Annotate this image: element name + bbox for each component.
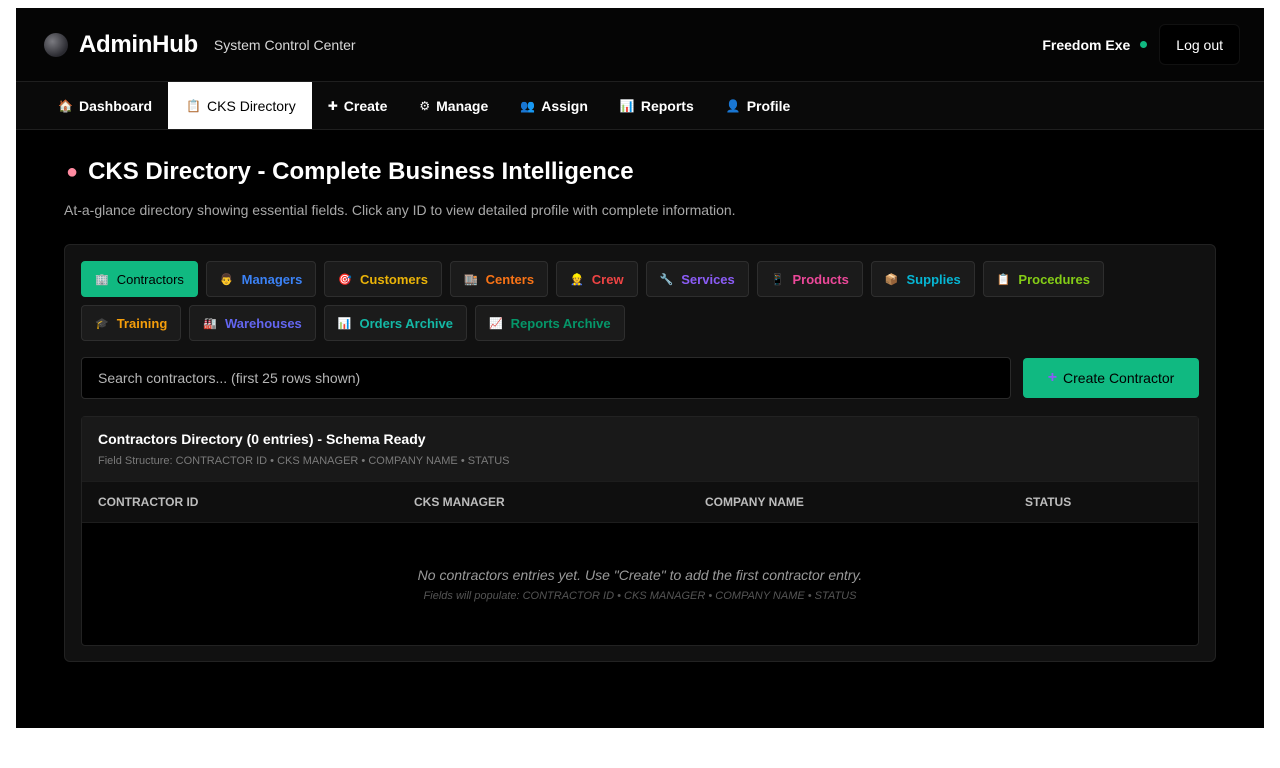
tab-label: Products xyxy=(792,271,849,287)
tab-label: Procedures xyxy=(1018,271,1090,287)
chart-icon: 📊 xyxy=(619,98,635,113)
tab-services[interactable]: 🔧 Services xyxy=(645,261,749,297)
search-row: + Create Contractor xyxy=(81,357,1199,399)
nav-item-dashboard[interactable]: 🏠 Dashboard xyxy=(42,82,168,129)
logout-button[interactable]: Log out xyxy=(1159,24,1240,65)
tab-orders-archive[interactable]: 📊 Orders Archive xyxy=(323,305,467,341)
tab-icon: 👷 xyxy=(570,273,584,286)
empty-state: No contractors entries yet. Use "Create"… xyxy=(82,523,1198,645)
tab-label: Reports Archive xyxy=(510,315,611,331)
nav-item-label: CKS Directory xyxy=(207,97,296,114)
table-column-headers: CONTRACTOR ID CKS MANAGER COMPANY NAME S… xyxy=(82,481,1198,523)
plus-icon: + xyxy=(1047,369,1058,386)
nav-item-label: Dashboard xyxy=(78,97,153,114)
brand-title: AdminHub xyxy=(79,30,198,58)
tab-contractors[interactable]: 🏢 Contractors xyxy=(81,261,198,297)
tab-icon: 🏢 xyxy=(95,273,109,286)
directory-panel: 🏢 Contractors 👨 Managers 🎯 Customers 🏬 Centers 👷… xyxy=(64,244,1216,662)
column-header[interactable]: CONTRACTOR ID xyxy=(98,495,414,509)
directory-table: Contractors Directory (0 entries) - Sche… xyxy=(81,416,1199,646)
tab-label: Training xyxy=(116,315,168,331)
tab-customers[interactable]: 🎯 Customers xyxy=(324,261,442,297)
plus-icon: ✚ xyxy=(327,98,338,113)
empty-state-hint: Fields will populate: CONTRACTOR ID • CK… xyxy=(423,589,857,602)
tab-label: Customers xyxy=(360,271,428,287)
tab-icon: 🏭 xyxy=(203,317,217,330)
clipboard-icon: 📋 xyxy=(186,98,202,113)
logo-icon xyxy=(44,32,68,57)
tab-icon: 📦 xyxy=(884,273,899,286)
tab-supplies[interactable]: 📦 Supplies xyxy=(870,261,975,297)
tab-reports-archive[interactable]: 📈 Reports Archive xyxy=(474,305,625,341)
gear-icon: ⚙ xyxy=(419,98,431,113)
nav-item-reports[interactable]: 📊 Reports xyxy=(604,82,710,129)
empty-state-message: No contractors entries yet. Use "Create"… xyxy=(417,566,863,583)
app-window: AdminHub System Control Center Freedom E… xyxy=(16,8,1264,728)
page-title-text: CKS Directory - Complete Business Intell… xyxy=(88,158,634,185)
user-name: Freedom Exe xyxy=(1042,36,1131,53)
tab-crew[interactable]: 👷 Crew xyxy=(556,261,638,297)
nav-item-create[interactable]: ✚ Create xyxy=(312,82,404,129)
tab-icon: 📱 xyxy=(770,273,785,286)
tab-procedures[interactable]: 📋 Procedures xyxy=(982,261,1104,297)
tab-label: Crew xyxy=(591,271,624,287)
top-header: AdminHub System Control Center Freedom E… xyxy=(16,8,1264,82)
tab-icon: 👨 xyxy=(219,273,234,286)
main-content: ● CKS Directory - Complete Business Inte… xyxy=(16,130,1264,662)
tab-managers[interactable]: 👨 Managers xyxy=(205,261,317,297)
tab-icon: 🎓 xyxy=(95,317,109,330)
create-contractor-button[interactable]: + Create Contractor xyxy=(1023,358,1199,398)
tab-icon: 📈 xyxy=(488,317,503,330)
tab-training[interactable]: 🎓 Training xyxy=(81,305,182,341)
column-header[interactable]: CKS MANAGER xyxy=(414,495,705,509)
nav-item-assign[interactable]: 👥 Assign xyxy=(504,82,604,129)
tab-label: Centers xyxy=(485,271,535,287)
house-icon: 🏠 xyxy=(58,98,73,113)
table-title: Contractors Directory (0 entries) - Sche… xyxy=(98,431,426,447)
nav-item-label: Create xyxy=(343,97,388,114)
main-nav: 🏠 Dashboard 📋 CKS Directory ✚ Create ⚙ Manage 👥 A… xyxy=(16,82,1264,130)
user-icon: 👤 xyxy=(725,98,741,113)
page-title: ● CKS Directory - Complete Business Inte… xyxy=(66,158,1216,186)
tab-label: Orders Archive xyxy=(359,315,453,331)
users-icon: 👥 xyxy=(520,98,536,113)
nav-item-label: Reports xyxy=(640,97,694,114)
column-header[interactable]: STATUS xyxy=(1025,495,1198,509)
nav-item-cks-directory[interactable]: 📋 CKS Directory xyxy=(168,82,312,129)
tab-products[interactable]: 📱 Products xyxy=(756,261,863,297)
tab-icon: 🏬 xyxy=(463,273,478,286)
nav-item-manage[interactable]: ⚙ Manage xyxy=(403,82,504,129)
tab-warehouses[interactable]: 🏭 Warehouses xyxy=(189,305,316,341)
tab-icon: 📋 xyxy=(996,273,1011,286)
tab-label: Supplies xyxy=(906,271,961,287)
brand-tagline: System Control Center xyxy=(213,36,356,53)
column-header[interactable]: COMPANY NAME xyxy=(705,495,1025,509)
nav-item-label: Manage xyxy=(436,97,489,114)
tab-label: Services xyxy=(681,271,735,287)
tab-label: Warehouses xyxy=(224,315,302,331)
table-schema: Field Structure: CONTRACTOR ID • CKS MAN… xyxy=(98,455,510,467)
search-input[interactable] xyxy=(81,357,1011,399)
nav-item-profile[interactable]: 👤 Profile xyxy=(710,82,807,129)
create-contractor-label: Create Contractor xyxy=(1063,370,1175,386)
tab-icon: 🎯 xyxy=(338,273,353,286)
nav-item-label: Assign xyxy=(541,97,588,114)
directory-tabs: 🏢 Contractors 👨 Managers 🎯 Customers 🏬 Centers 👷… xyxy=(81,261,1199,341)
page-subtitle: At-a-glance directory showing essential … xyxy=(64,202,736,218)
nav-item-label: Profile xyxy=(746,97,791,114)
online-status-icon xyxy=(1140,41,1148,48)
tab-centers[interactable]: 🏬 Centers xyxy=(449,261,549,297)
tab-icon: 📊 xyxy=(337,317,352,330)
tab-icon: 🔧 xyxy=(659,273,674,286)
brain-icon: ● xyxy=(66,160,79,183)
tab-label: Contractors xyxy=(116,271,184,287)
table-header-block: Contractors Directory (0 entries) - Sche… xyxy=(82,417,1198,481)
tab-label: Managers xyxy=(241,271,303,287)
